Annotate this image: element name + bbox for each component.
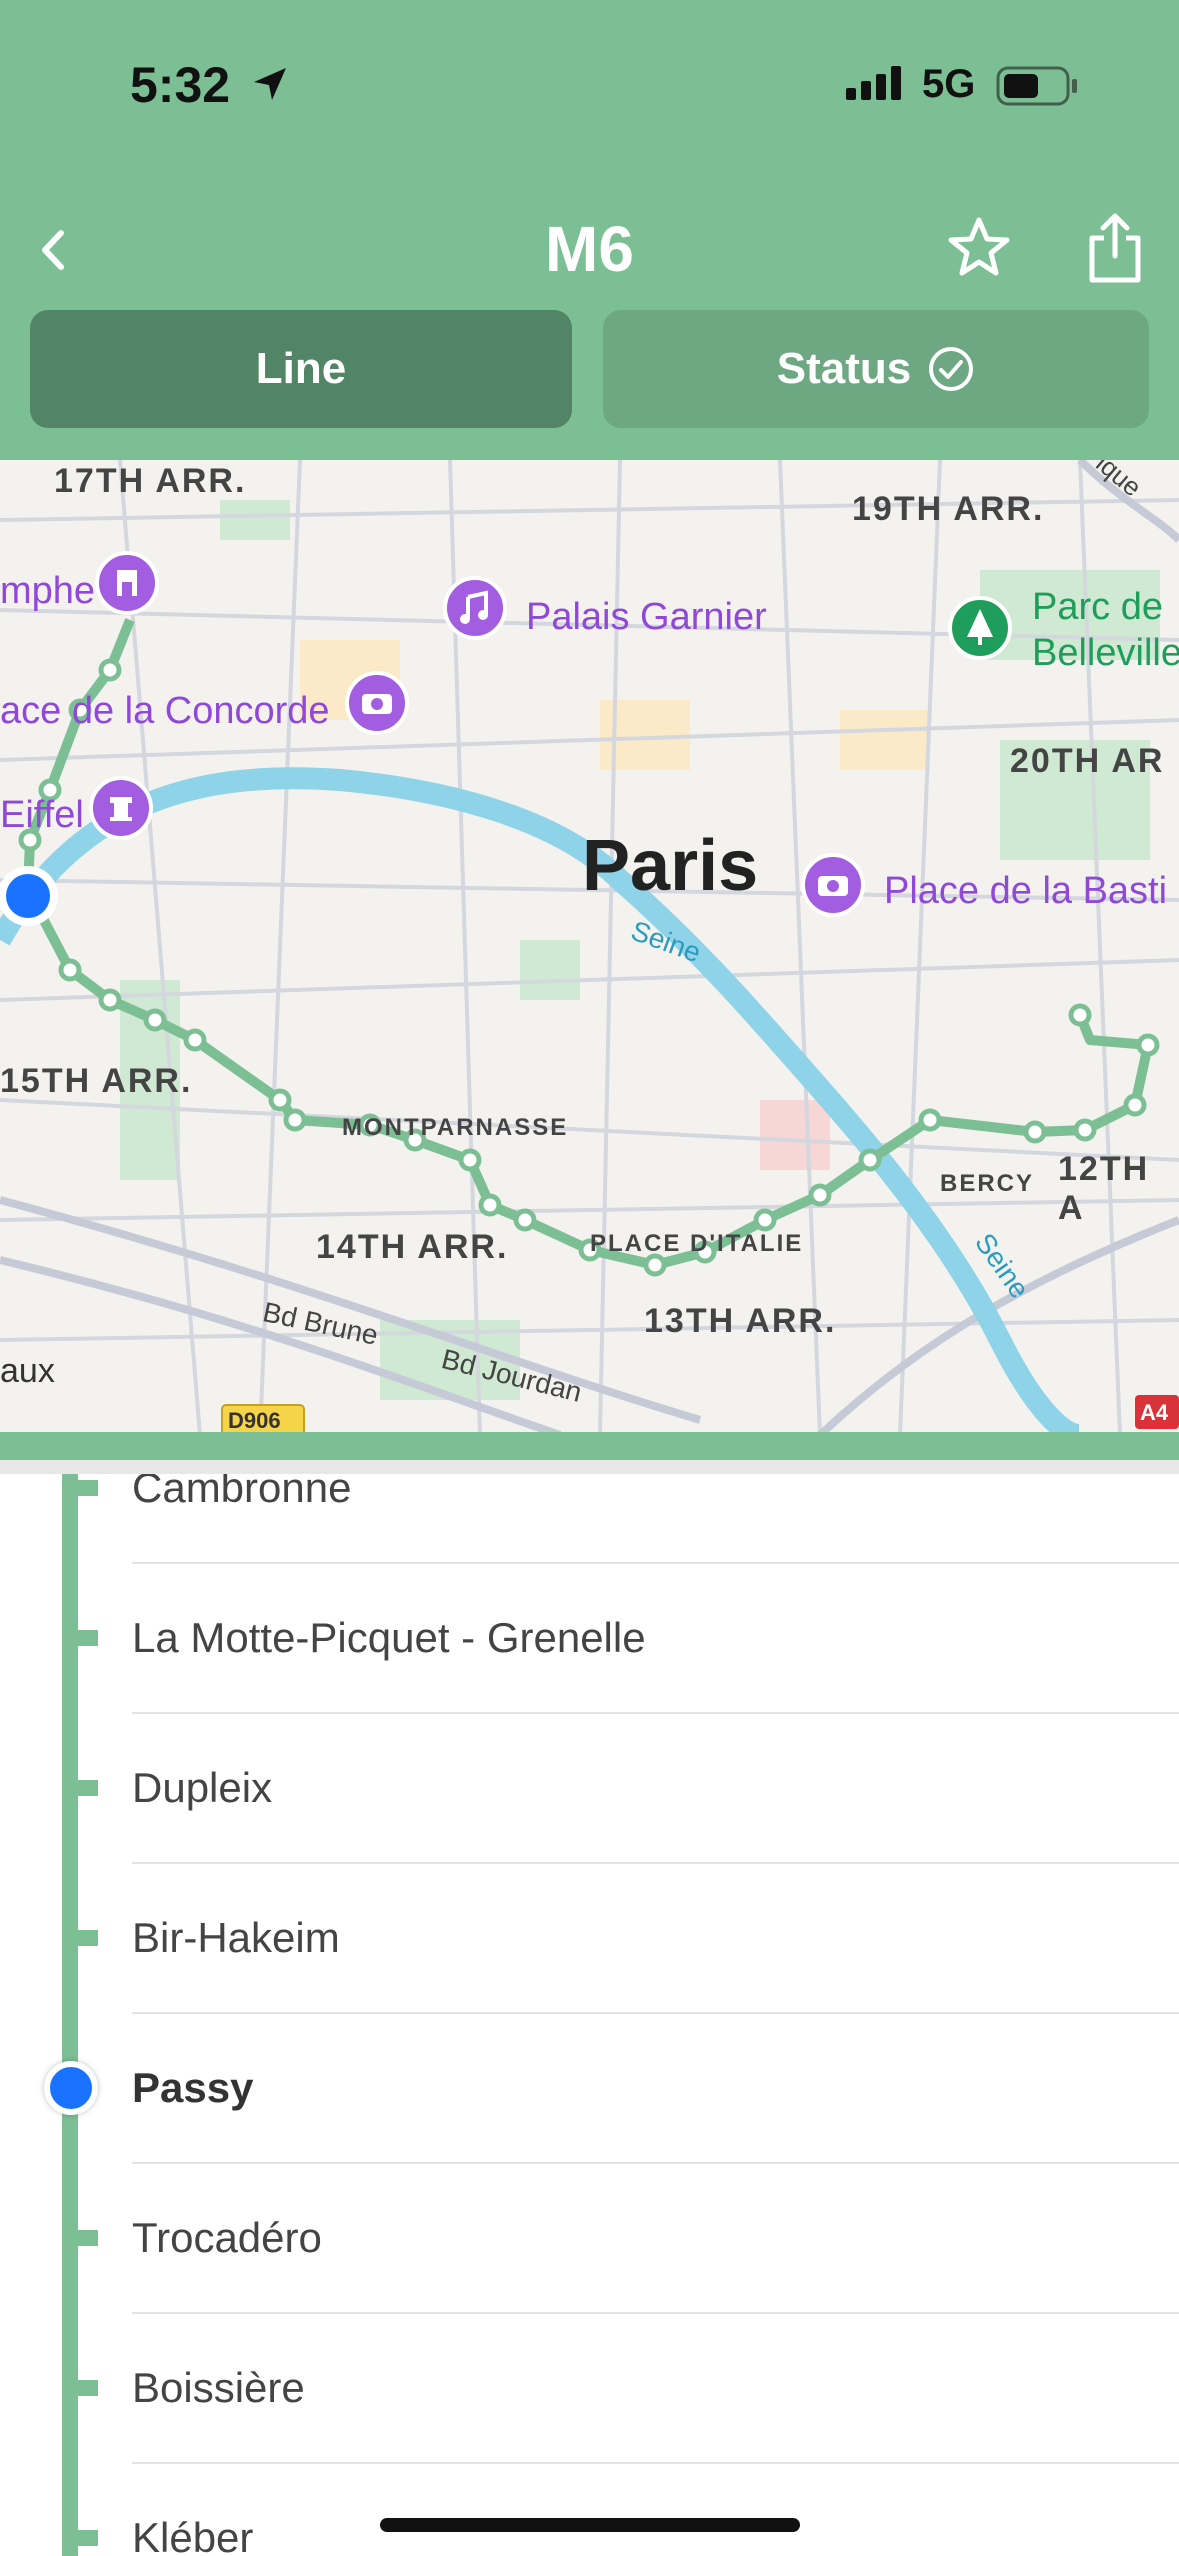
tab-line-label: Line [255,344,347,393]
stop-tick [62,2530,98,2546]
stop-tick [62,1780,98,1796]
location-arrow-icon [254,68,286,100]
check-circle-icon [929,347,974,391]
poi-parc-de: Parc de [1032,586,1163,628]
battery-icon [996,66,1077,106]
park-pin-icon [948,596,1012,660]
stop-name-current: Passy [132,2064,254,2111]
road-d906: D906 [228,1408,281,1433]
stop-trocadero[interactable]: Trocadéro [0,2164,1179,2314]
district-13: 13TH ARR. [644,1302,837,1340]
camera-pin-icon [345,671,409,735]
tab-status-label: Status [776,344,912,393]
stop-tick [62,1630,98,1646]
status-time: 5:32 [130,57,231,113]
tower-pin-icon [89,776,153,840]
poi-triomphe: mphe [0,570,96,612]
stop-name: Kléber [132,2514,254,2556]
stop-name: Boissière [132,2364,305,2411]
stop-tick [62,2380,98,2396]
stop-kleber[interactable]: Kléber [0,2464,1179,2556]
stop-name: Bir-Hakeim [132,1914,340,1961]
district-17: 17TH ARR. [54,462,247,500]
current-location-dot [44,2061,98,2115]
stop-name: La Motte-Picquet - Grenelle [132,1614,646,1661]
poi-eiffel: Eiffel [0,794,84,836]
stop-tick [62,1480,98,1496]
poi-concorde: ace de la Concorde [0,690,330,732]
map-shadow [0,1460,1179,1474]
stop-name: Trocadéro [132,2214,322,2261]
tab-line[interactable]: Line [30,310,572,428]
poi-belleville: Belleville [1032,632,1179,674]
district-14: 14TH ARR. [316,1228,509,1266]
place-aux: aux [0,1352,55,1390]
star-icon [948,217,1010,276]
map-divider [0,1432,1179,1460]
stop-list[interactable]: Cambronne La Motte-Picquet - Grenelle Du… [0,1474,1179,2556]
cellular-signal-icon [846,66,901,100]
camera-pin-icon-bastille [801,853,865,917]
route-map[interactable]: 17TH ARR. 19TH ARR. 20TH AR 15TH ARR. 14… [0,460,1179,1435]
neighborhood-place-d-italie: PLACE D'ITALIE [590,1230,804,1257]
district-12: 12TH A [1058,1150,1150,1227]
poi-palais-garnier: Palais Garnier [526,596,767,638]
stop-name: Dupleix [132,1764,273,1811]
stop-dupleix[interactable]: Dupleix [0,1714,1179,1864]
road-a4: A4 [1140,1400,1169,1425]
share-button[interactable] [1082,210,1148,291]
poi-bastille: Place de la Basti [884,870,1168,912]
arc-de-triomphe-pin-icon [95,551,159,615]
stop-bir-hakeim[interactable]: Bir-Hakeim [0,1864,1179,2014]
tab-status[interactable]: Status [603,310,1149,428]
stop-la-motte-picquet[interactable]: La Motte-Picquet - Grenelle [0,1564,1179,1714]
neighborhood-montparnasse: MONTPARNASSE [342,1114,569,1141]
nav-bar: M6 [0,200,1179,300]
home-indicator[interactable] [380,2518,800,2532]
music-pin-icon [443,576,507,640]
stop-cambronne[interactable]: Cambronne [0,1474,1179,1564]
stop-tick [62,2230,98,2246]
network-type: 5G [922,62,976,106]
stop-boissiere[interactable]: Boissière [0,2314,1179,2464]
district-15: 15TH ARR. [0,1062,193,1100]
city-label: Paris [582,826,759,906]
stop-name: Cambronne [132,1474,352,1511]
status-bar: 5:32 5G [0,0,1179,180]
neighborhood-bercy: BERCY [940,1170,1035,1197]
stop-passy[interactable]: Passy [0,2014,1179,2164]
share-icon [1089,213,1141,283]
stop-tick [62,1930,98,1946]
district-19: 19TH ARR. [852,490,1045,528]
favorite-button[interactable] [945,214,1013,287]
header: 5:32 5G M6 Line Status [0,0,1179,460]
district-20: 20TH AR [1010,742,1165,780]
